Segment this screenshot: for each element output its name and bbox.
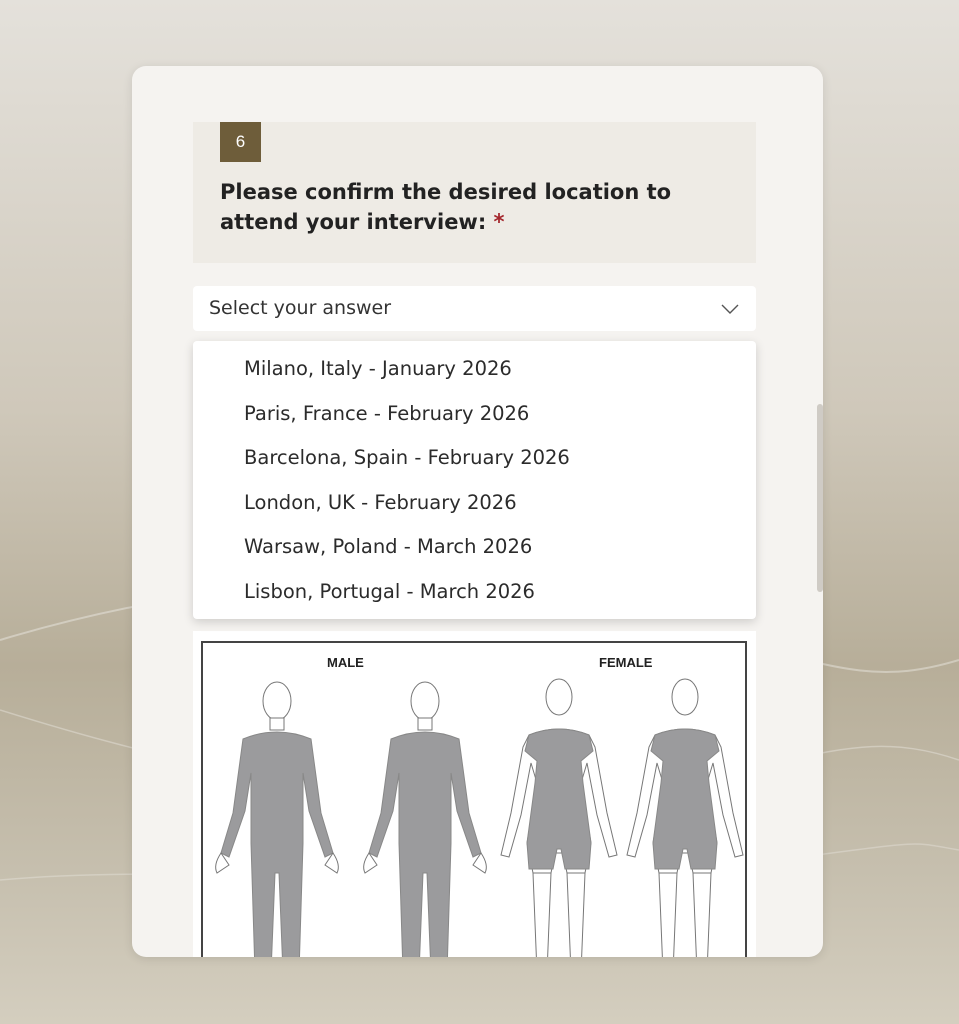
option-barcelona[interactable]: Barcelona, Spain - February 2026 <box>193 436 756 481</box>
female-label: FEMALE <box>599 655 653 670</box>
location-select[interactable]: Select your answer <box>193 286 756 331</box>
male-back-figure <box>363 681 487 957</box>
body-measurement-image: MALE FEMALE <box>201 641 747 957</box>
question-text: Please confirm the desired location to a… <box>220 180 672 234</box>
option-milano[interactable]: Milano, Italy - January 2026 <box>193 347 756 392</box>
female-back-figure <box>626 678 744 957</box>
male-label: MALE <box>327 655 364 670</box>
required-marker: * <box>493 210 505 234</box>
option-london[interactable]: London, UK - February 2026 <box>193 481 756 526</box>
male-front-figure <box>215 681 339 957</box>
question-block: 6 Please confirm the desired location to… <box>193 122 756 263</box>
option-lisbon[interactable]: Lisbon, Portugal - March 2026 <box>193 570 756 615</box>
chevron-down-icon <box>721 304 739 314</box>
question-title: Please confirm the desired location to a… <box>220 177 720 237</box>
option-paris[interactable]: Paris, France - February 2026 <box>193 392 756 437</box>
dropdown-menu: Milano, Italy - January 2026 Paris, Fran… <box>193 341 756 619</box>
female-front-figure <box>500 678 618 957</box>
form-card: 6 Please confirm the desired location to… <box>132 66 823 957</box>
question-number-badge: 6 <box>220 122 261 162</box>
select-placeholder: Select your answer <box>209 297 392 319</box>
scrollbar-thumb[interactable] <box>817 404 823 592</box>
scrollbar[interactable] <box>817 66 823 957</box>
dropdown-options-list: Milano, Italy - January 2026 Paris, Fran… <box>193 341 756 614</box>
option-warsaw[interactable]: Warsaw, Poland - March 2026 <box>193 525 756 570</box>
body-figures <box>215 678 744 957</box>
